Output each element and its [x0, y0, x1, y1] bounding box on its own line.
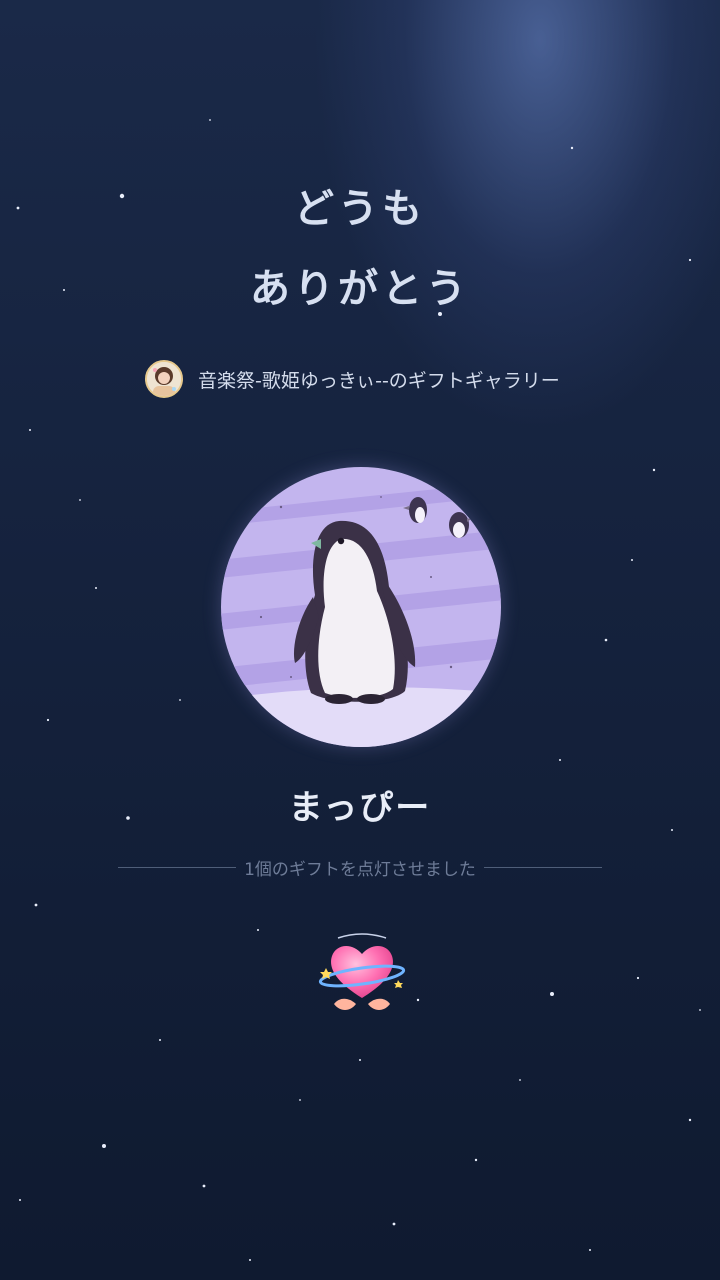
- thank-you-title-line2: ありがとう: [250, 266, 470, 312]
- gift-gallery-link[interactable]: 音楽祭-歌姫ゆっきぃ--のギフトギャラリー: [145, 358, 560, 400]
- user-avatar[interactable]: [145, 360, 183, 398]
- gift-lit-text: 1個のギフトを点灯させました: [244, 860, 476, 880]
- gift-name: まっぴー: [288, 788, 432, 828]
- divider-left: [118, 867, 237, 868]
- divider-right: [483, 867, 603, 868]
- gift-lit-message: 1個のギフトを点灯させました: [118, 855, 603, 880]
- thank-you-title-line1: どうも: [294, 186, 426, 232]
- user-avatar-photo-icon: [147, 362, 181, 396]
- heart-with-hands-icon: [318, 933, 406, 1010]
- penguin-illustration-icon: [221, 467, 501, 747]
- gift-image: [221, 467, 501, 747]
- gallery-owner-label[interactable]: 音楽祭-歌姫ゆっきぃ--のギフトギャラリー: [198, 366, 560, 393]
